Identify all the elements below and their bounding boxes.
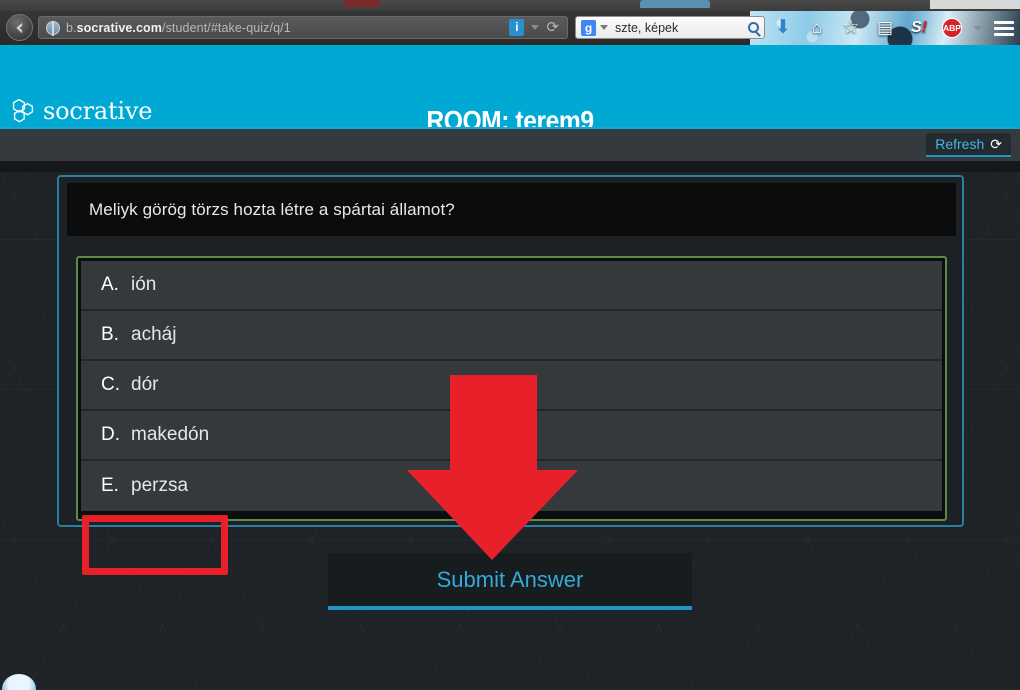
chevron-down-icon[interactable]: [600, 25, 608, 30]
search-bar[interactable]: g szte, képek: [575, 16, 765, 39]
url-bar-actions: i ⟳: [509, 19, 563, 36]
answer-option-e[interactable]: E. perzsa: [81, 461, 942, 511]
answer-option-c[interactable]: C. dór: [81, 361, 942, 411]
refresh-button-label: Refresh: [935, 136, 985, 152]
submit-answer-label: Submit Answer: [436, 566, 584, 592]
refresh-button[interactable]: Refresh ⟳: [926, 133, 1011, 157]
option-text: perzsa: [131, 475, 189, 496]
browser-tab-2[interactable]: [640, 0, 710, 8]
tab-strip: [0, 0, 1020, 11]
answer-option-d[interactable]: D. makedón: [81, 411, 942, 461]
adblock-plus-icon[interactable]: ABP: [942, 18, 962, 38]
chat-bubble-badge[interactable]: [2, 674, 36, 690]
url-bar[interactable]: b.socrative.com/student/#take-quiz/q/1 i…: [38, 16, 568, 39]
chevron-down-icon[interactable]: [974, 25, 982, 31]
option-letter: D.: [101, 424, 120, 445]
yahoo-icon[interactable]: S!: [908, 17, 930, 39]
browser-chrome: b.socrative.com/student/#take-quiz/q/1 i…: [0, 0, 1020, 45]
submit-answer-button[interactable]: Submit Answer: [328, 553, 692, 610]
option-letter: B.: [101, 324, 119, 345]
option-text: makedón: [131, 424, 210, 445]
menu-icon[interactable]: [994, 17, 1014, 39]
url-text: b.socrative.com/student/#take-quiz/q/1: [66, 20, 291, 35]
toolbar-icons: ⬇ ⌂ ☆ ▤ S! ABP: [772, 16, 1014, 40]
quiz-page: Meliyk görög törzs hozta létre a spártai…: [0, 161, 1020, 690]
option-letter: E.: [101, 475, 119, 496]
answer-option-a[interactable]: A. ión: [81, 261, 942, 311]
search-icon[interactable]: [748, 22, 759, 33]
navigation-bar: b.socrative.com/student/#take-quiz/q/1 i…: [0, 11, 1020, 45]
window-controls[interactable]: [930, 0, 1020, 9]
page-top-band: [0, 161, 1020, 172]
site-identity-icon: [46, 20, 60, 36]
question-text: Meliyk görög törzs hozta létre a spártai…: [89, 199, 455, 219]
option-letter: A.: [101, 274, 119, 295]
refresh-icon: ⟳: [990, 136, 1002, 152]
back-arrow-icon: [15, 21, 22, 34]
option-text: dór: [131, 374, 159, 395]
identity-badge-icon[interactable]: i: [509, 19, 525, 36]
app-header: socrative ROOM: terem9 1 of 12: [0, 45, 1020, 164]
answer-options-list: A. ión B. acháj C. dór D. makedón E. per…: [76, 256, 947, 521]
option-text: ión: [131, 274, 157, 295]
browser-window: b.socrative.com/student/#take-quiz/q/1 i…: [0, 0, 1020, 690]
download-icon[interactable]: ⬇: [772, 17, 794, 39]
search-input[interactable]: szte, képek: [615, 21, 678, 35]
answer-option-b[interactable]: B. acháj: [81, 311, 942, 361]
home-icon[interactable]: ⌂: [806, 17, 828, 39]
back-button[interactable]: [6, 14, 33, 41]
bookmark-star-icon[interactable]: ☆: [840, 17, 862, 39]
question-card: Meliyk görög törzs hozta létre a spártai…: [57, 175, 964, 527]
reload-icon[interactable]: ⟳: [546, 20, 559, 35]
google-search-icon[interactable]: g: [581, 19, 596, 36]
reading-list-icon[interactable]: ▤: [874, 17, 896, 39]
chevron-down-icon[interactable]: [531, 25, 540, 30]
quiz-toolbar: Refresh ⟳: [0, 127, 1020, 161]
browser-tab-1[interactable]: [344, 0, 380, 7]
question-box: Meliyk görög törzs hozta létre a spártai…: [67, 183, 956, 236]
hexagon-logo-icon: [12, 98, 34, 123]
option-text: acháj: [131, 324, 177, 345]
option-letter: C.: [101, 374, 120, 395]
